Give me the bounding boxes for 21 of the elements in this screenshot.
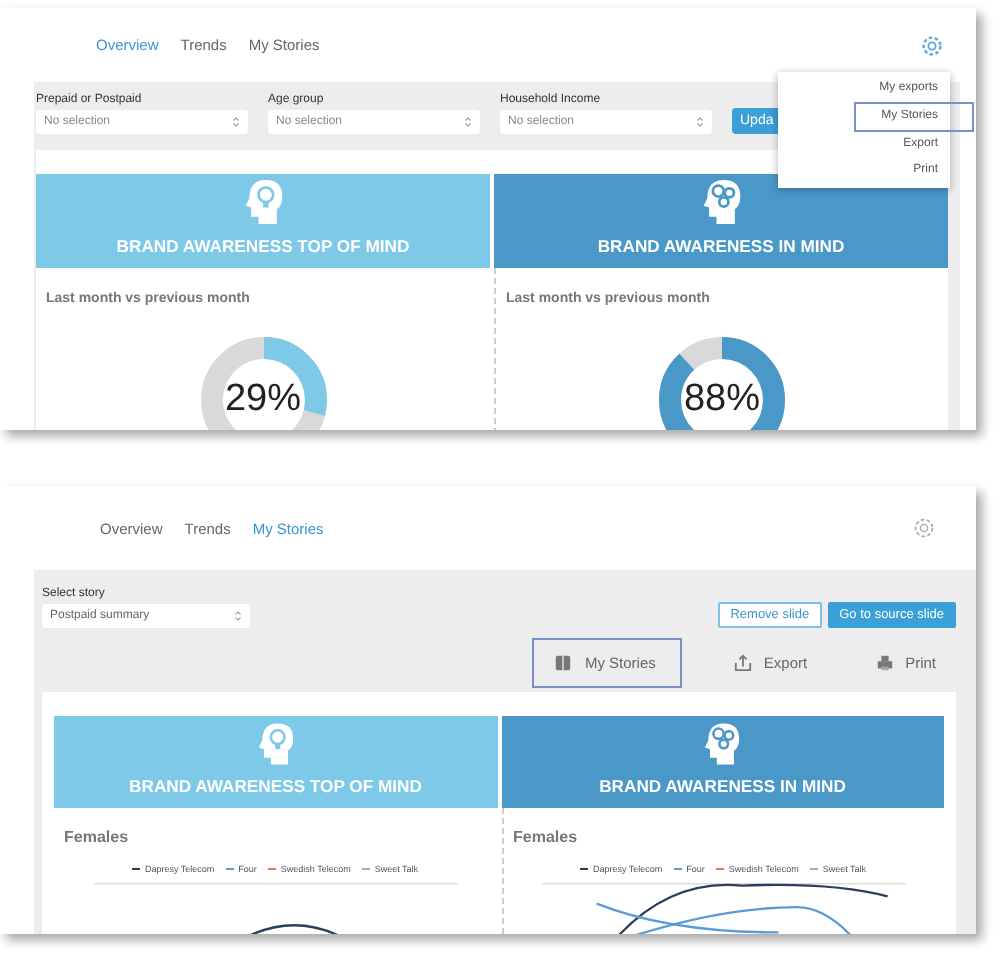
- chevron-icon: [234, 610, 242, 622]
- percent-value: 88%: [681, 378, 763, 422]
- head-gears-icon: [699, 176, 743, 228]
- percent-value: 29%: [222, 378, 304, 422]
- card-subtitle: Females: [513, 828, 578, 846]
- head-lightbulb-icon: [253, 720, 298, 768]
- chevron-icon: [464, 116, 472, 128]
- card-header: BRAND AWARENESS IN MIND: [501, 716, 944, 808]
- chevron-icon: [696, 116, 704, 128]
- settings-icon[interactable]: [920, 33, 944, 57]
- card-subtitle: Females: [64, 828, 129, 846]
- export-icon: [733, 654, 752, 672]
- head-gears-icon: [700, 720, 745, 768]
- settings-icon[interactable]: [912, 516, 936, 540]
- printer-icon: [875, 654, 894, 672]
- card-header: BRAND AWARENESS TOP OF MIND: [54, 716, 497, 808]
- head-lightbulb-icon: [241, 176, 285, 228]
- card-header: BRAND AWARENESS IN MIND: [494, 174, 948, 268]
- card-header: BRAND AWARENESS TOP OF MIND: [36, 174, 490, 268]
- chevron-icon: [232, 116, 240, 128]
- book-icon: [554, 654, 573, 672]
